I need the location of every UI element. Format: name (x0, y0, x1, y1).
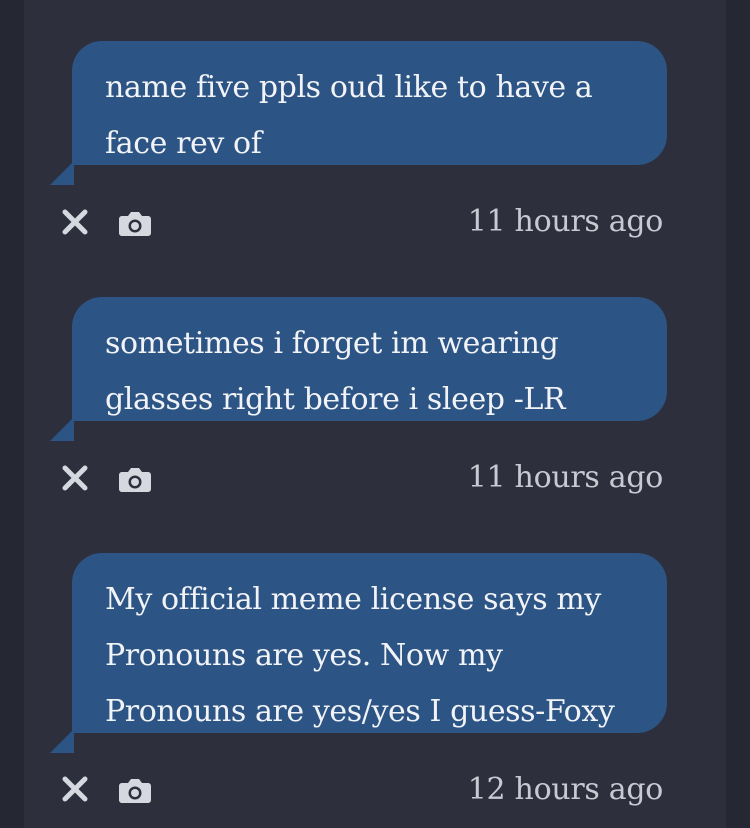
message-bubble: sometimes i forget im wearing glasses ri… (72, 297, 667, 421)
message-feed: name five ppls oud like to have a face r… (24, 0, 726, 828)
message-actions (58, 772, 158, 808)
message-bubble-tail (50, 417, 74, 441)
message-actions (58, 461, 158, 497)
close-icon[interactable] (58, 461, 92, 495)
message-bubble: My official meme license says my Pronoun… (72, 553, 667, 733)
message-bubble-tail (50, 729, 74, 753)
message-actions (58, 205, 158, 241)
camera-icon[interactable] (118, 772, 152, 806)
camera-icon[interactable] (118, 205, 152, 239)
message-bubble-tail (50, 161, 74, 185)
message-timestamp: 11 hours ago (467, 204, 664, 239)
close-icon[interactable] (58, 772, 92, 806)
message-timestamp: 11 hours ago (467, 460, 664, 495)
camera-icon[interactable] (118, 461, 152, 495)
close-icon[interactable] (58, 205, 92, 239)
message-timestamp: 12 hours ago (467, 772, 664, 807)
message-text: sometimes i forget im wearing glasses ri… (105, 326, 566, 417)
message-bubble: name five ppls oud like to have a face r… (72, 41, 667, 165)
message-text: My official meme license says my Pronoun… (105, 582, 615, 729)
message-text: name five ppls oud like to have a face r… (105, 70, 593, 161)
